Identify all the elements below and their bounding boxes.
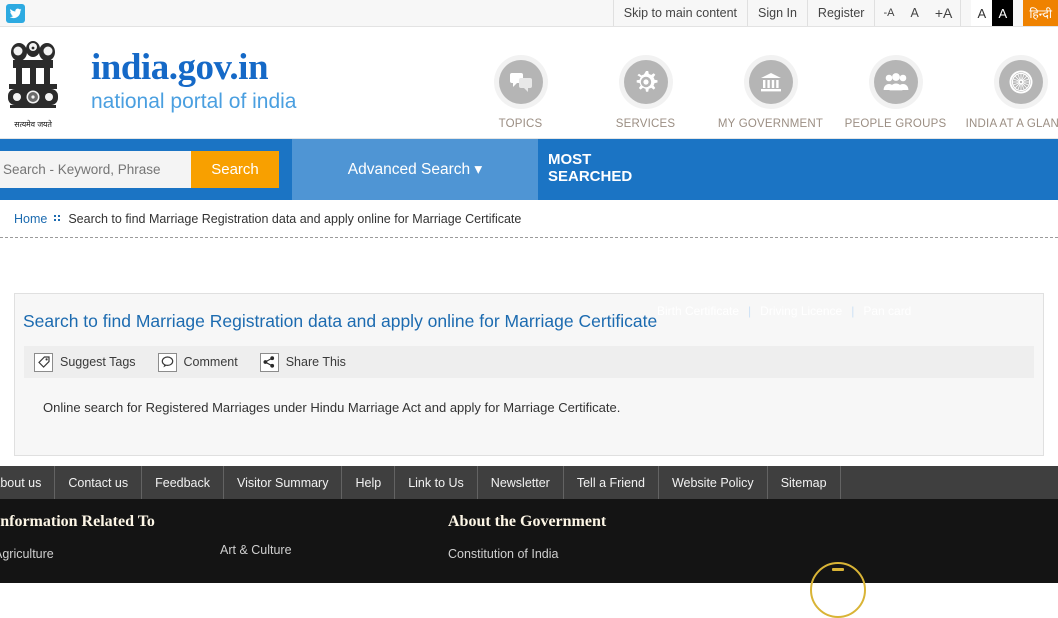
- footer-column-information: Information Related To Agriculture: [0, 513, 155, 561]
- most-searched-link-birth-certificate[interactable]: Birth Certificate: [657, 304, 739, 318]
- footer-column-about-title: About the Government: [448, 513, 607, 530]
- skip-to-main-content-link[interactable]: Skip to main content: [612, 0, 747, 26]
- comment-label: Comment: [183, 355, 238, 369]
- search-input[interactable]: [0, 151, 191, 188]
- footer-link-help[interactable]: Help: [342, 466, 396, 499]
- tag-icon: [34, 352, 53, 372]
- default-font-size-button[interactable]: A: [902, 0, 926, 26]
- primary-nav: TOPICS SERVICES MY GOVERNMENT PEOPLE GRO…: [458, 55, 1058, 130]
- nav-label-people-groups: PEOPLE GROUPS: [844, 118, 947, 130]
- most-searched-line1: MOST: [548, 151, 592, 168]
- suggest-tags-button[interactable]: Suggest Tags: [34, 352, 136, 372]
- comment-bubble-icon: [157, 352, 177, 372]
- footer-link-sitemap[interactable]: Sitemap: [768, 466, 841, 499]
- ashoka-chakra-icon: [998, 60, 1043, 104]
- brand-title: india.gov.in: [91, 47, 269, 89]
- font-size-controls: -A A +A: [874, 0, 960, 26]
- twitter-icon[interactable]: [6, 3, 25, 23]
- hindi-language-button[interactable]: हिन्दी: [1023, 0, 1058, 26]
- page-description: Online search for Registered Marriages u…: [43, 400, 621, 415]
- chat-bubbles-icon: [498, 60, 543, 104]
- people-groups-icon-halo: [868, 55, 923, 109]
- people-group-icon: [873, 60, 918, 104]
- nav-item-topics[interactable]: TOPICS: [458, 55, 583, 130]
- emblem-caption: सत्यमेव जयते: [14, 119, 52, 129]
- content-area: Search to find Marriage Registration dat…: [0, 238, 1058, 466]
- top-links: Skip to main content Sign In Register -A…: [612, 0, 1058, 26]
- nav-label-my-government: MY GOVERNMENT: [717, 118, 824, 130]
- comment-button[interactable]: Comment: [157, 352, 238, 372]
- bank-building-icon: [748, 60, 793, 104]
- top-utility-bar: Skip to main content Sign In Register -A…: [0, 0, 1058, 27]
- share-this-button[interactable]: Share This: [259, 352, 346, 372]
- nav-item-my-government[interactable]: MY GOVERNMENT: [708, 55, 833, 130]
- my-government-icon-halo: [743, 55, 798, 109]
- breadcrumb-home-link[interactable]: Home: [14, 212, 47, 226]
- footer-link-art-and-culture[interactable]: Art & Culture: [220, 543, 292, 557]
- high-contrast-button[interactable]: A: [992, 0, 1014, 26]
- topics-icon-halo: [493, 55, 548, 109]
- nav-label-topics: TOPICS: [498, 118, 543, 130]
- nav-label-india-at-a-glance: INDIA AT A GLANCE: [965, 118, 1058, 130]
- share-icon: [259, 352, 279, 372]
- most-searched-separator-2: |: [851, 304, 855, 318]
- footer-column-information-second: Art & Culture: [220, 543, 292, 557]
- most-searched-links: Birth Certificate | Driving Licence | Pa…: [657, 304, 911, 318]
- site-brand[interactable]: india.gov.in national portal of india: [91, 49, 296, 115]
- footer-link-constitution-of-india[interactable]: Constitution of India: [448, 547, 606, 561]
- social-links: [0, 0, 25, 26]
- footer-link-newsletter[interactable]: Newsletter: [478, 466, 564, 499]
- footer-link-tell-a-friend[interactable]: Tell a Friend: [564, 466, 659, 499]
- footer-link-contact-us[interactable]: Contact us: [55, 466, 143, 499]
- footer-columns: Information Related To Agriculture Art &…: [0, 499, 1058, 583]
- footer-nav: About us Contact us Feedback Visitor Sum…: [0, 466, 1058, 499]
- most-searched-label: MOST SEARCHED: [548, 151, 632, 186]
- most-searched-link-pan-card[interactable]: Pan card: [863, 304, 911, 318]
- nav-item-people-groups[interactable]: PEOPLE GROUPS: [833, 55, 958, 130]
- national-emblem: सत्यमेव जयते: [2, 36, 64, 130]
- search-band: Search Advanced Search ▾ MOST SEARCHED B…: [0, 139, 1058, 318]
- footer-link-link-to-us[interactable]: Link to Us: [395, 466, 478, 499]
- footer-column-information-title: Information Related To: [0, 513, 155, 530]
- action-bar: Suggest Tags Comment Share This: [24, 346, 1034, 378]
- advanced-search-toggle[interactable]: Advanced Search ▾: [292, 139, 538, 200]
- share-this-label: Share This: [285, 355, 346, 369]
- footer-link-visitor-summary[interactable]: Visitor Summary: [224, 466, 343, 499]
- most-searched-line2: SEARCHED: [548, 168, 633, 186]
- india-at-a-glance-icon-halo: [993, 55, 1048, 109]
- normal-contrast-button[interactable]: A: [971, 0, 993, 26]
- footer-link-website-policy[interactable]: Website Policy: [659, 466, 768, 499]
- most-searched-link-driving-licence[interactable]: Driving Licence: [760, 304, 842, 318]
- breadcrumb-separator-icon: [54, 215, 61, 222]
- services-icon-halo: [618, 55, 673, 109]
- suggest-tags-label: Suggest Tags: [60, 355, 136, 369]
- nav-label-services: SERVICES: [615, 118, 676, 130]
- nav-item-india-at-a-glance[interactable]: INDIA AT A GLANCE: [958, 55, 1058, 130]
- search-button[interactable]: Search: [191, 151, 279, 188]
- footer-link-agriculture[interactable]: Agriculture: [0, 547, 155, 561]
- search-box: Search: [0, 151, 279, 188]
- register-link[interactable]: Register: [806, 0, 875, 26]
- increase-font-size-button[interactable]: +A: [927, 0, 961, 26]
- nav-item-services[interactable]: SERVICES: [583, 55, 708, 130]
- footer-link-feedback[interactable]: Feedback: [142, 466, 225, 499]
- gear-icon: [623, 60, 668, 104]
- breadcrumb-current: Search to find Marriage Registration dat…: [68, 211, 522, 226]
- contrast-controls: A A: [960, 0, 1023, 26]
- decorative-gold-mark: [832, 568, 844, 571]
- footer-link-about-us[interactable]: About us: [0, 466, 56, 499]
- sign-in-link[interactable]: Sign In: [747, 0, 807, 26]
- brand-subtitle: national portal of india: [91, 90, 297, 114]
- footer-column-about-government: About the Government Constitution of Ind…: [448, 513, 606, 561]
- decrease-font-size-button[interactable]: -A: [875, 0, 902, 26]
- site-header: सत्यमेव जयते india.gov.in national porta…: [0, 27, 1058, 139]
- breadcrumb: Home Search to find Marriage Registratio…: [0, 200, 1058, 238]
- most-searched-separator-1: |: [748, 304, 752, 318]
